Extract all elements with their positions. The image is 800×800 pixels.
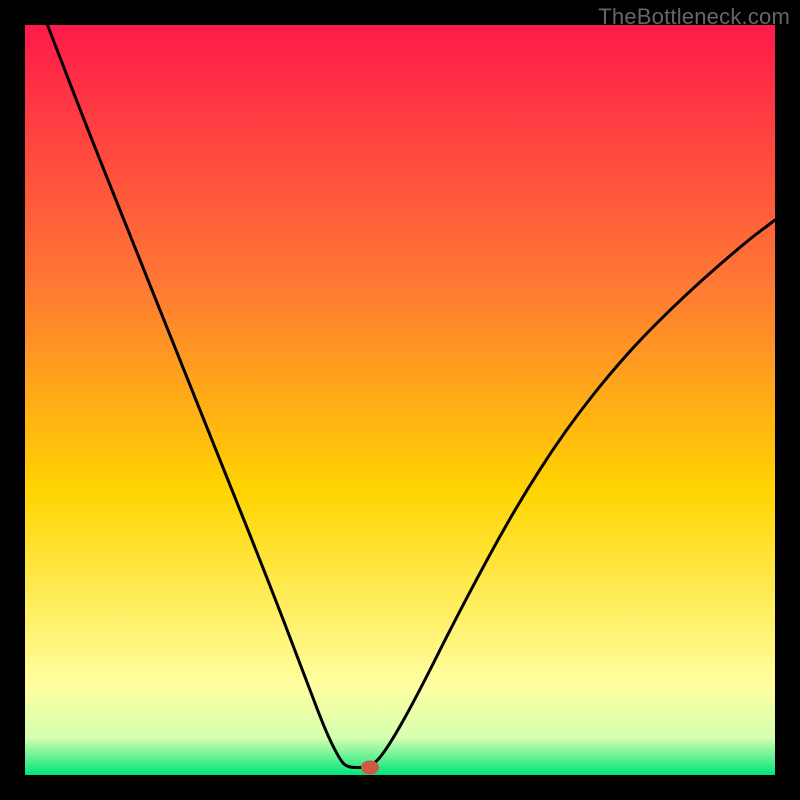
watermark-label: TheBottleneck.com (598, 4, 790, 30)
bottleneck-chart (0, 0, 800, 800)
chart-container: TheBottleneck.com (0, 0, 800, 800)
gradient-background (25, 25, 775, 775)
optimal-marker (361, 761, 379, 775)
